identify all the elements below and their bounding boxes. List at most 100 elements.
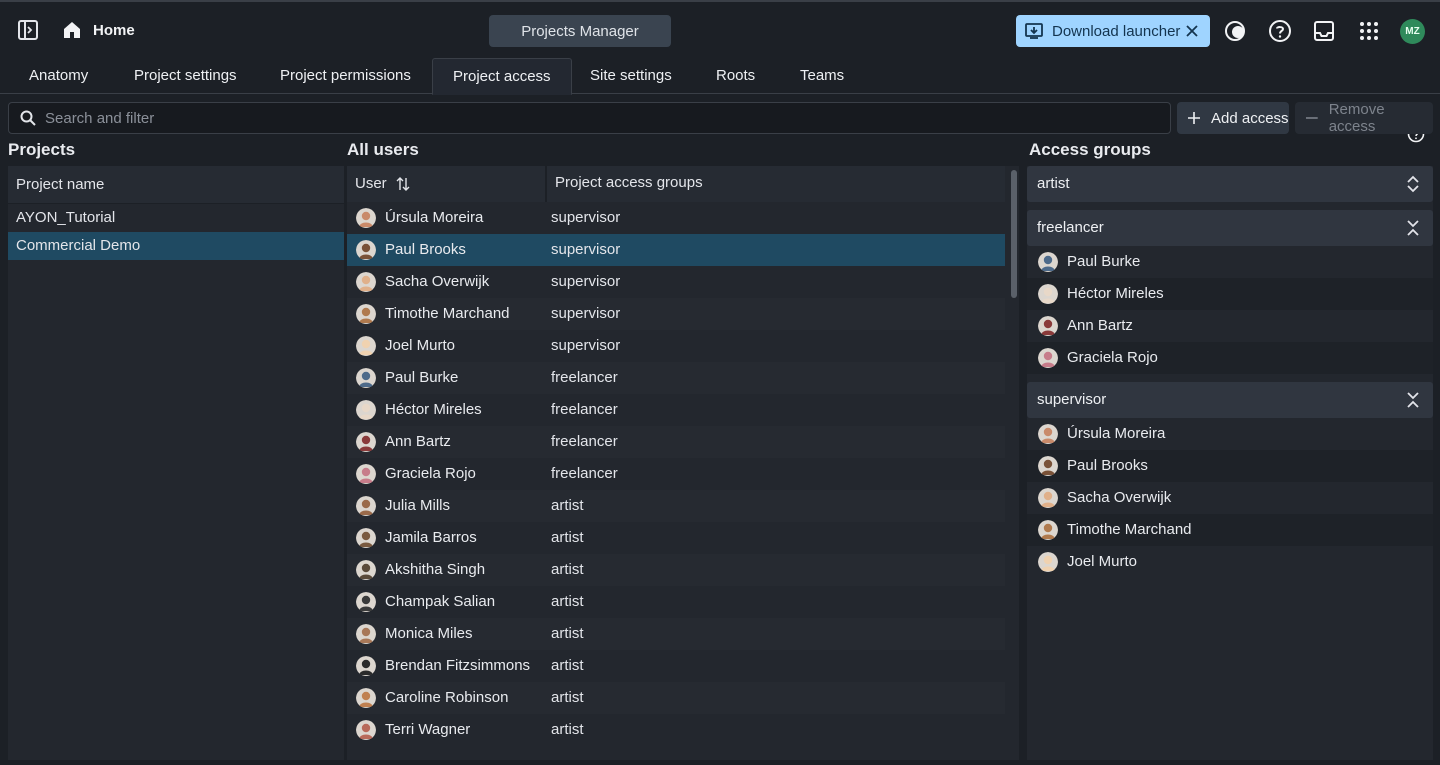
user-avatar-icon bbox=[356, 720, 376, 740]
user-column-header[interactable]: User bbox=[355, 166, 411, 202]
user-name: Caroline Robinson bbox=[385, 689, 509, 706]
group-member-row[interactable]: Héctor Mireles bbox=[1027, 278, 1433, 310]
minus-icon bbox=[1305, 117, 1318, 119]
user-avatar-icon bbox=[356, 656, 376, 676]
member-name: Úrsula Moreira bbox=[1067, 425, 1166, 442]
project-row[interactable]: AYON_Tutorial bbox=[8, 204, 344, 232]
user-name: Joel Murto bbox=[385, 337, 456, 354]
user-name: Paul Burke bbox=[385, 369, 459, 386]
remove-access-button[interactable]: Remove access bbox=[1295, 101, 1433, 135]
inbox-icon[interactable] bbox=[1312, 19, 1336, 43]
user-row[interactable]: Paul Brooks supervisor bbox=[347, 234, 1005, 266]
member-name: Joel Murto bbox=[1067, 553, 1138, 570]
close-icon[interactable] bbox=[1184, 23, 1200, 39]
user-row[interactable]: Caroline Robinson artist bbox=[347, 682, 1005, 714]
member-avatar-icon bbox=[1038, 456, 1058, 476]
user-access-group: freelancer bbox=[551, 465, 618, 482]
tab-project-access[interactable]: Project access bbox=[432, 58, 572, 95]
tab-project-permissions[interactable]: Project permissions bbox=[260, 58, 431, 94]
apps-grid-icon[interactable] bbox=[1357, 19, 1381, 43]
all-users-title: All users bbox=[347, 140, 419, 159]
users-panel: User Project access groups Úrsula Moreir… bbox=[347, 166, 1019, 760]
access-group-header-freelancer[interactable]: freelancer bbox=[1027, 210, 1433, 246]
projects-panel: Project name AYON_Tutorial Commercial De… bbox=[8, 166, 344, 760]
user-row[interactable]: Paul Burke freelancer bbox=[347, 362, 1005, 394]
groups-column-header[interactable]: Project access groups bbox=[555, 166, 703, 202]
projects-manager-button[interactable]: Projects Manager bbox=[489, 15, 671, 47]
user-name: Ann Bartz bbox=[385, 433, 451, 450]
search-input[interactable] bbox=[45, 109, 1125, 127]
member-name: Sacha Overwijk bbox=[1067, 489, 1172, 506]
user-row[interactable]: Monica Miles artist bbox=[347, 618, 1005, 650]
users-scrollbar[interactable] bbox=[1011, 170, 1017, 298]
tab-roots[interactable]: Roots bbox=[696, 58, 775, 94]
group-member-row[interactable]: Timothe Marchand bbox=[1027, 514, 1433, 546]
user-access-group: freelancer bbox=[551, 369, 618, 386]
tab-anatomy[interactable]: Anatomy bbox=[9, 58, 108, 94]
user-access-group: artist bbox=[551, 625, 584, 642]
user-row[interactable]: Brendan Fitzsimmons artist bbox=[347, 650, 1005, 682]
user-avatar-icon bbox=[356, 208, 376, 228]
home-icon[interactable] bbox=[60, 18, 84, 42]
user-avatar[interactable]: MZ bbox=[1400, 19, 1425, 44]
group-member-row[interactable]: Joel Murto bbox=[1027, 546, 1433, 578]
access-group-name: artist bbox=[1037, 175, 1070, 192]
home-link[interactable]: Home bbox=[93, 22, 135, 39]
project-row[interactable]: Commercial Demo bbox=[8, 232, 344, 260]
user-access-group: freelancer bbox=[551, 401, 618, 418]
user-row[interactable]: Graciela Rojo freelancer bbox=[347, 458, 1005, 490]
user-row[interactable]: Champak Salian artist bbox=[347, 586, 1005, 618]
member-name: Ann Bartz bbox=[1067, 317, 1133, 334]
user-name: Champak Salian bbox=[385, 593, 496, 610]
user-row[interactable]: Julia Mills artist bbox=[347, 490, 1005, 522]
column-divider[interactable] bbox=[545, 166, 547, 202]
user-name: Akshitha Singh bbox=[385, 561, 486, 578]
help-icon[interactable] bbox=[1268, 19, 1292, 43]
user-row[interactable]: Héctor Mireles freelancer bbox=[347, 394, 1005, 426]
member-avatar-icon bbox=[1038, 284, 1058, 304]
access-group-header-supervisor[interactable]: supervisor bbox=[1027, 382, 1433, 418]
project-name-column-header[interactable]: Project name bbox=[8, 166, 344, 204]
group-member-row[interactable]: Sacha Overwijk bbox=[1027, 482, 1433, 514]
collapse-icon[interactable] bbox=[1405, 219, 1421, 237]
user-name: Héctor Mireles bbox=[385, 401, 482, 418]
user-access-group: supervisor bbox=[551, 241, 621, 258]
user-avatar-icon bbox=[356, 496, 376, 516]
group-member-row[interactable]: Graciela Rojo bbox=[1027, 342, 1433, 374]
user-row[interactable]: Úrsula Moreira supervisor bbox=[347, 202, 1005, 234]
search-bar bbox=[8, 102, 1171, 134]
group-member-row[interactable]: Úrsula Moreira bbox=[1027, 418, 1433, 450]
plus-icon bbox=[1188, 112, 1200, 124]
access-group-header-artist[interactable]: artist bbox=[1027, 166, 1433, 202]
add-access-button[interactable]: Add access bbox=[1177, 102, 1289, 134]
user-avatar-icon bbox=[356, 336, 376, 356]
user-avatar-icon bbox=[356, 304, 376, 324]
user-avatar-icon bbox=[356, 368, 376, 388]
access-groups-title: Access groups bbox=[1029, 140, 1151, 159]
user-row[interactable]: Joel Murto supervisor bbox=[347, 330, 1005, 362]
user-row[interactable]: Terri Wagner artist bbox=[347, 714, 1005, 746]
tab-site-settings[interactable]: Site settings bbox=[570, 58, 692, 94]
user-avatar-icon bbox=[356, 528, 376, 548]
add-access-label: Add access bbox=[1211, 109, 1289, 127]
user-row[interactable]: Jamila Barros artist bbox=[347, 522, 1005, 554]
user-name: Julia Mills bbox=[385, 497, 451, 514]
user-row[interactable]: Ann Bartz freelancer bbox=[347, 426, 1005, 458]
user-row[interactable]: Timothe Marchand supervisor bbox=[347, 298, 1005, 330]
collapse-icon[interactable] bbox=[1405, 391, 1421, 409]
user-row[interactable]: Akshitha Singh artist bbox=[347, 554, 1005, 586]
download-launcher-banner[interactable]: Download launcher bbox=[1016, 15, 1210, 47]
sort-icon[interactable] bbox=[395, 176, 411, 192]
user-row[interactable]: Sacha Overwijk supervisor bbox=[347, 266, 1005, 298]
group-member-row[interactable]: Paul Brooks bbox=[1027, 450, 1433, 482]
chat-icon[interactable] bbox=[1224, 19, 1248, 43]
user-access-group: artist bbox=[551, 689, 584, 706]
tab-teams[interactable]: Teams bbox=[780, 58, 864, 94]
member-avatar-icon bbox=[1038, 520, 1058, 540]
tab-project-settings[interactable]: Project settings bbox=[114, 58, 257, 94]
sidebar-toggle-icon[interactable] bbox=[16, 18, 40, 42]
expand-icon[interactable] bbox=[1405, 175, 1421, 193]
group-member-row[interactable]: Paul Burke bbox=[1027, 246, 1433, 278]
group-member-row[interactable]: Ann Bartz bbox=[1027, 310, 1433, 342]
member-avatar-icon bbox=[1038, 552, 1058, 572]
